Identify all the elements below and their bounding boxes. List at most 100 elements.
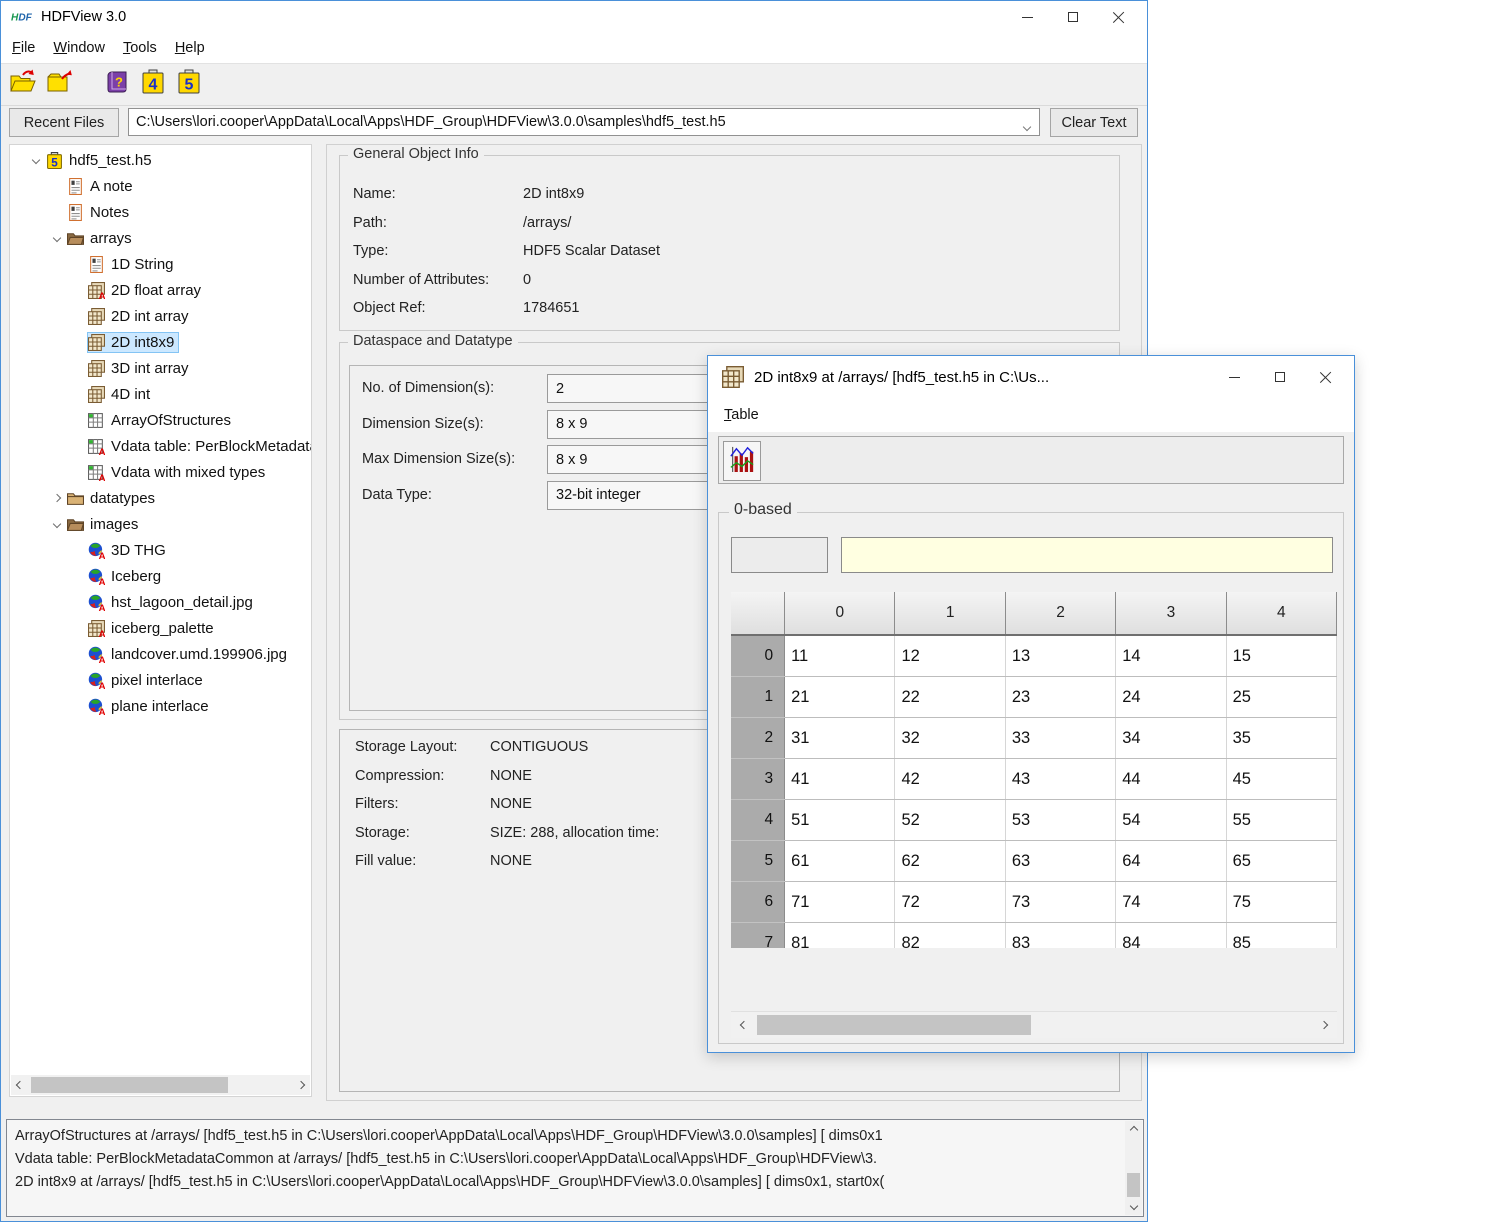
table-cell[interactable]: 15 (1226, 635, 1336, 677)
tree-item-a-note[interactable]: A note (10, 173, 311, 199)
menu-tools[interactable]: Tools (114, 40, 166, 56)
scroll-left-icon[interactable] (735, 1012, 753, 1038)
close-file-button[interactable] (43, 69, 75, 101)
tree-item-3d-int-array[interactable]: 3D int array (10, 355, 311, 381)
table-cell[interactable]: 83 (1005, 923, 1115, 949)
table-cell[interactable]: 35 (1226, 718, 1336, 759)
tree-item-body[interactable]: Notes (67, 203, 133, 222)
clear-text-button[interactable]: Clear Text (1050, 108, 1138, 137)
table-cell[interactable]: 54 (1116, 800, 1226, 841)
tree-scrollbar-thumb[interactable] (31, 1077, 228, 1093)
table-cell[interactable]: 24 (1116, 677, 1226, 718)
main-maximize-button[interactable] (1050, 1, 1096, 33)
scroll-right-icon[interactable] (292, 1075, 310, 1095)
table-cell[interactable]: 65 (1226, 841, 1336, 882)
data-table[interactable]: 0123401112131415121222324252313233343534… (731, 592, 1337, 948)
tree-item-hdf5-test-h5[interactable]: 5hdf5_test.h5 (10, 147, 311, 173)
tree-item-images[interactable]: images (10, 511, 311, 537)
tree-item-body[interactable]: A3D THG (88, 541, 170, 560)
table-cell[interactable]: 25 (1226, 677, 1336, 718)
tree-item-body[interactable]: 2D int array (88, 307, 193, 326)
column-header-2[interactable]: 2 (1005, 592, 1115, 635)
tree-item-body[interactable]: ArrayOfStructures (88, 411, 235, 430)
row-header-5[interactable]: 5 (731, 841, 785, 882)
tree-selection[interactable]: 2D int8x9 (88, 333, 178, 352)
tree-item-body[interactable]: Ahst_lagoon_detail.jpg (88, 593, 257, 612)
tree-item-body[interactable]: 1D String (88, 255, 178, 274)
tree-item-body[interactable]: Apixel interlace (88, 671, 207, 690)
table-cell[interactable]: 13 (1005, 635, 1115, 677)
table-cell[interactable]: 53 (1005, 800, 1115, 841)
table-cell[interactable]: 21 (785, 677, 895, 718)
table-cell[interactable]: 61 (785, 841, 895, 882)
table-cell[interactable]: 63 (1005, 841, 1115, 882)
table-cell[interactable]: 52 (895, 800, 1005, 841)
tree-item-iceberg[interactable]: AIceberg (10, 563, 311, 589)
expander-open-icon[interactable] (47, 235, 67, 241)
cell-value-field[interactable] (841, 537, 1333, 573)
log-vertical-scrollbar[interactable] (1125, 1121, 1142, 1215)
tree-item-body[interactable]: A note (67, 177, 137, 196)
tree-item-pixel-interlace[interactable]: Apixel interlace (10, 667, 311, 693)
table-window-minimize-button[interactable] (1211, 356, 1257, 398)
chevron-down-icon[interactable] (1024, 118, 1030, 134)
menu-help[interactable]: Help (166, 40, 214, 56)
main-minimize-button[interactable] (1004, 1, 1050, 33)
scroll-down-icon[interactable] (1125, 1199, 1142, 1213)
tree-item-body[interactable]: Aplane interlace (88, 697, 213, 716)
tree-item-body[interactable]: AIceberg (88, 567, 165, 586)
menu-window[interactable]: Window (44, 40, 114, 56)
expander-open-icon[interactable] (47, 521, 67, 527)
table-cell[interactable]: 73 (1005, 882, 1115, 923)
tree-horizontal-scrollbar[interactable] (11, 1075, 310, 1095)
table-cell[interactable]: 74 (1116, 882, 1226, 923)
table-cell[interactable]: 82 (895, 923, 1005, 949)
table-cell[interactable]: 32 (895, 718, 1005, 759)
recent-files-button[interactable]: Recent Files (9, 108, 119, 137)
column-header-3[interactable]: 3 (1116, 592, 1226, 635)
table-cell[interactable]: 41 (785, 759, 895, 800)
tree-item-2d-int8x9[interactable]: 2D int8x9 (10, 329, 311, 355)
tree-item-iceberg-palette[interactable]: Aiceberg_palette (10, 615, 311, 641)
tree-item-landcover-umd-199906-jpg[interactable]: Alandcover.umd.199906.jpg (10, 641, 311, 667)
row-header-0[interactable]: 0 (731, 635, 785, 677)
status-log-area[interactable]: ArrayOfStructures at /arrays/ [hdf5_test… (6, 1119, 1144, 1217)
table-cell[interactable]: 84 (1116, 923, 1226, 949)
tree-item-arrays[interactable]: arrays (10, 225, 311, 251)
tree-item-vdata-with-mixed-types[interactable]: AVdata with mixed types (10, 459, 311, 485)
tree-item-notes[interactable]: Notes (10, 199, 311, 225)
scroll-left-icon[interactable] (11, 1075, 29, 1095)
table-cell[interactable]: 12 (895, 635, 1005, 677)
table-cell[interactable]: 34 (1116, 718, 1226, 759)
row-header-7[interactable]: 7 (731, 923, 785, 949)
tree-item-1d-string[interactable]: 1D String (10, 251, 311, 277)
tree-item-hst-lagoon-detail-jpg[interactable]: Ahst_lagoon_detail.jpg (10, 589, 311, 615)
table-cell[interactable]: 14 (1116, 635, 1226, 677)
table-horizontal-scrollbar[interactable] (731, 1011, 1337, 1038)
table-scrollbar-thumb[interactable] (757, 1015, 1031, 1035)
tree-item-body[interactable]: images (67, 515, 142, 534)
table-cell[interactable]: 11 (785, 635, 895, 677)
row-header-2[interactable]: 2 (731, 718, 785, 759)
row-header-3[interactable]: 3 (731, 759, 785, 800)
scroll-up-icon[interactable] (1125, 1123, 1142, 1137)
hdf5-button[interactable]: 5 (173, 69, 205, 101)
table-cell[interactable]: 81 (785, 923, 895, 949)
table-cell[interactable]: 71 (785, 882, 895, 923)
tree-item-body[interactable]: 3D int array (88, 359, 193, 378)
tree-item-body[interactable]: A2D float array (88, 281, 205, 300)
tree-item-body[interactable]: AVdata with mixed types (88, 463, 269, 482)
help-book-button[interactable]: ? (101, 69, 133, 101)
cell-position-field[interactable] (731, 537, 828, 573)
open-lineplot-button[interactable] (723, 441, 761, 481)
column-header-1[interactable]: 1 (895, 592, 1005, 635)
hdf4-button[interactable]: 4 (137, 69, 169, 101)
tree-item-body[interactable]: datatypes (67, 489, 159, 508)
tree-item-4d-int[interactable]: 4D int (10, 381, 311, 407)
open-file-button[interactable] (7, 69, 39, 101)
scroll-right-icon[interactable] (1315, 1012, 1333, 1038)
table-cell[interactable]: 75 (1226, 882, 1336, 923)
table-cell[interactable]: 64 (1116, 841, 1226, 882)
tree-item-vdata-table-perblockmetadatacommon[interactable]: AVdata table: PerBlockMetadataCommon (10, 433, 311, 459)
menu-table[interactable]: Table (715, 407, 768, 423)
